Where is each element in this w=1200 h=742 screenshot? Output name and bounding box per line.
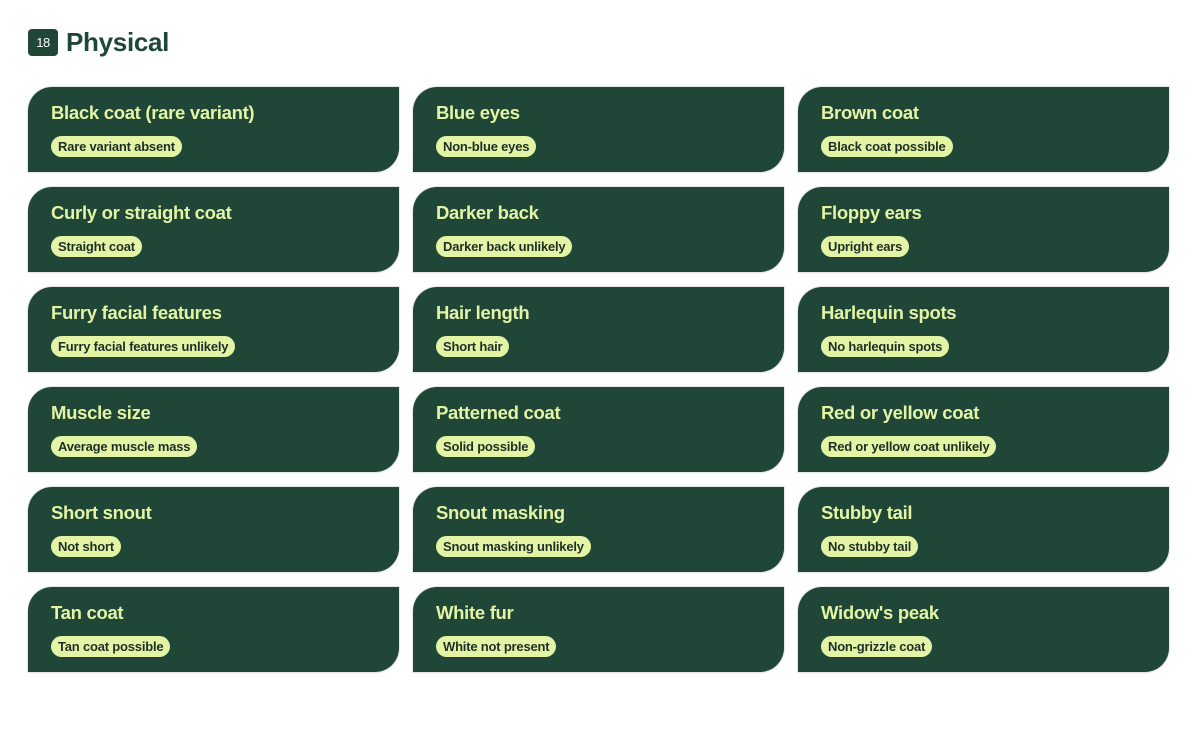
trait-title: Red or yellow coat bbox=[821, 402, 980, 423]
trait-result-pill: Straight coat bbox=[51, 236, 142, 257]
trait-result-pill: Black coat possible bbox=[821, 136, 953, 157]
trait-card-hair-length[interactable]: Hair length Short hair bbox=[413, 287, 784, 372]
trait-title: Widow's peak bbox=[821, 602, 939, 623]
trait-card-patterned-coat[interactable]: Patterned coat Solid possible bbox=[413, 387, 784, 472]
trait-card-brown-coat[interactable]: Brown coat Black coat possible bbox=[798, 87, 1169, 172]
trait-result-pill: Not short bbox=[51, 536, 121, 557]
trait-card-short-snout[interactable]: Short snout Not short bbox=[28, 487, 399, 572]
trait-card-furry-facial-features[interactable]: Furry facial features Furry facial featu… bbox=[28, 287, 399, 372]
trait-card-black-coat[interactable]: Black coat (rare variant) Rare variant a… bbox=[28, 87, 399, 172]
trait-result-pill: Non-blue eyes bbox=[436, 136, 537, 157]
trait-result-pill: Upright ears bbox=[821, 236, 910, 257]
section-title: Physical bbox=[66, 26, 170, 57]
trait-title: Black coat (rare variant) bbox=[51, 102, 255, 123]
section-header: 18 Physical bbox=[28, 26, 170, 57]
trait-card-darker-back[interactable]: Darker back Darker back unlikely bbox=[413, 187, 784, 272]
trait-title: Snout masking bbox=[436, 502, 565, 523]
trait-card-widows-peak[interactable]: Widow's peak Non-grizzle coat bbox=[798, 587, 1169, 672]
trait-card-red-yellow-coat[interactable]: Red or yellow coat Red or yellow coat un… bbox=[798, 387, 1169, 472]
trait-title: Short snout bbox=[51, 502, 152, 523]
trait-result-pill: No harlequin spots bbox=[821, 336, 950, 357]
trait-title: Floppy ears bbox=[821, 202, 922, 223]
trait-title: Muscle size bbox=[51, 402, 151, 423]
trait-title: Furry facial features bbox=[51, 302, 222, 323]
trait-result-pill: Average muscle mass bbox=[51, 436, 198, 457]
trait-title: Tan coat bbox=[51, 602, 124, 623]
trait-title: Harlequin spots bbox=[821, 302, 957, 323]
trait-title: Curly or straight coat bbox=[51, 202, 232, 223]
trait-result-pill: No stubby tail bbox=[821, 536, 919, 557]
trait-result-pill: Non-grizzle coat bbox=[821, 636, 933, 657]
trait-result-pill: Furry facial features unlikely bbox=[51, 336, 236, 357]
trait-card-white-fur[interactable]: White fur White not present bbox=[413, 587, 784, 672]
trait-card-curly-coat[interactable]: Curly or straight coat Straight coat bbox=[28, 187, 399, 272]
trait-title: Patterned coat bbox=[436, 402, 561, 423]
trait-title: White fur bbox=[436, 602, 514, 623]
trait-card-harlequin-spots[interactable]: Harlequin spots No harlequin spots bbox=[798, 287, 1169, 372]
trait-result-pill: Snout masking unlikely bbox=[436, 536, 591, 557]
trait-result-pill: Rare variant absent bbox=[51, 136, 182, 157]
trait-title: Blue eyes bbox=[436, 102, 520, 123]
trait-card-muscle-size[interactable]: Muscle size Average muscle mass bbox=[28, 387, 399, 472]
trait-result-pill: Tan coat possible bbox=[51, 636, 171, 657]
trait-title: Darker back bbox=[436, 202, 539, 223]
trait-result-pill: Solid possible bbox=[436, 436, 536, 457]
trait-result-pill: Short hair bbox=[436, 336, 510, 357]
trait-result-pill: White not present bbox=[436, 636, 557, 657]
trait-card-stubby-tail[interactable]: Stubby tail No stubby tail bbox=[798, 487, 1169, 572]
trait-card-snout-masking[interactable]: Snout masking Snout masking unlikely bbox=[413, 487, 784, 572]
trait-card-blue-eyes[interactable]: Blue eyes Non-blue eyes bbox=[413, 87, 784, 172]
trait-count-badge: 18 bbox=[28, 28, 58, 56]
trait-title: Brown coat bbox=[821, 102, 919, 123]
trait-result-pill: Darker back unlikely bbox=[436, 236, 573, 257]
trait-title: Hair length bbox=[436, 302, 530, 323]
trait-title: Stubby tail bbox=[821, 502, 913, 523]
trait-result-pill: Red or yellow coat unlikely bbox=[821, 436, 997, 457]
trait-card-floppy-ears[interactable]: Floppy ears Upright ears bbox=[798, 187, 1169, 272]
trait-grid: Black coat (rare variant) Rare variant a… bbox=[28, 87, 1170, 672]
trait-card-tan-coat[interactable]: Tan coat Tan coat possible bbox=[28, 587, 399, 672]
